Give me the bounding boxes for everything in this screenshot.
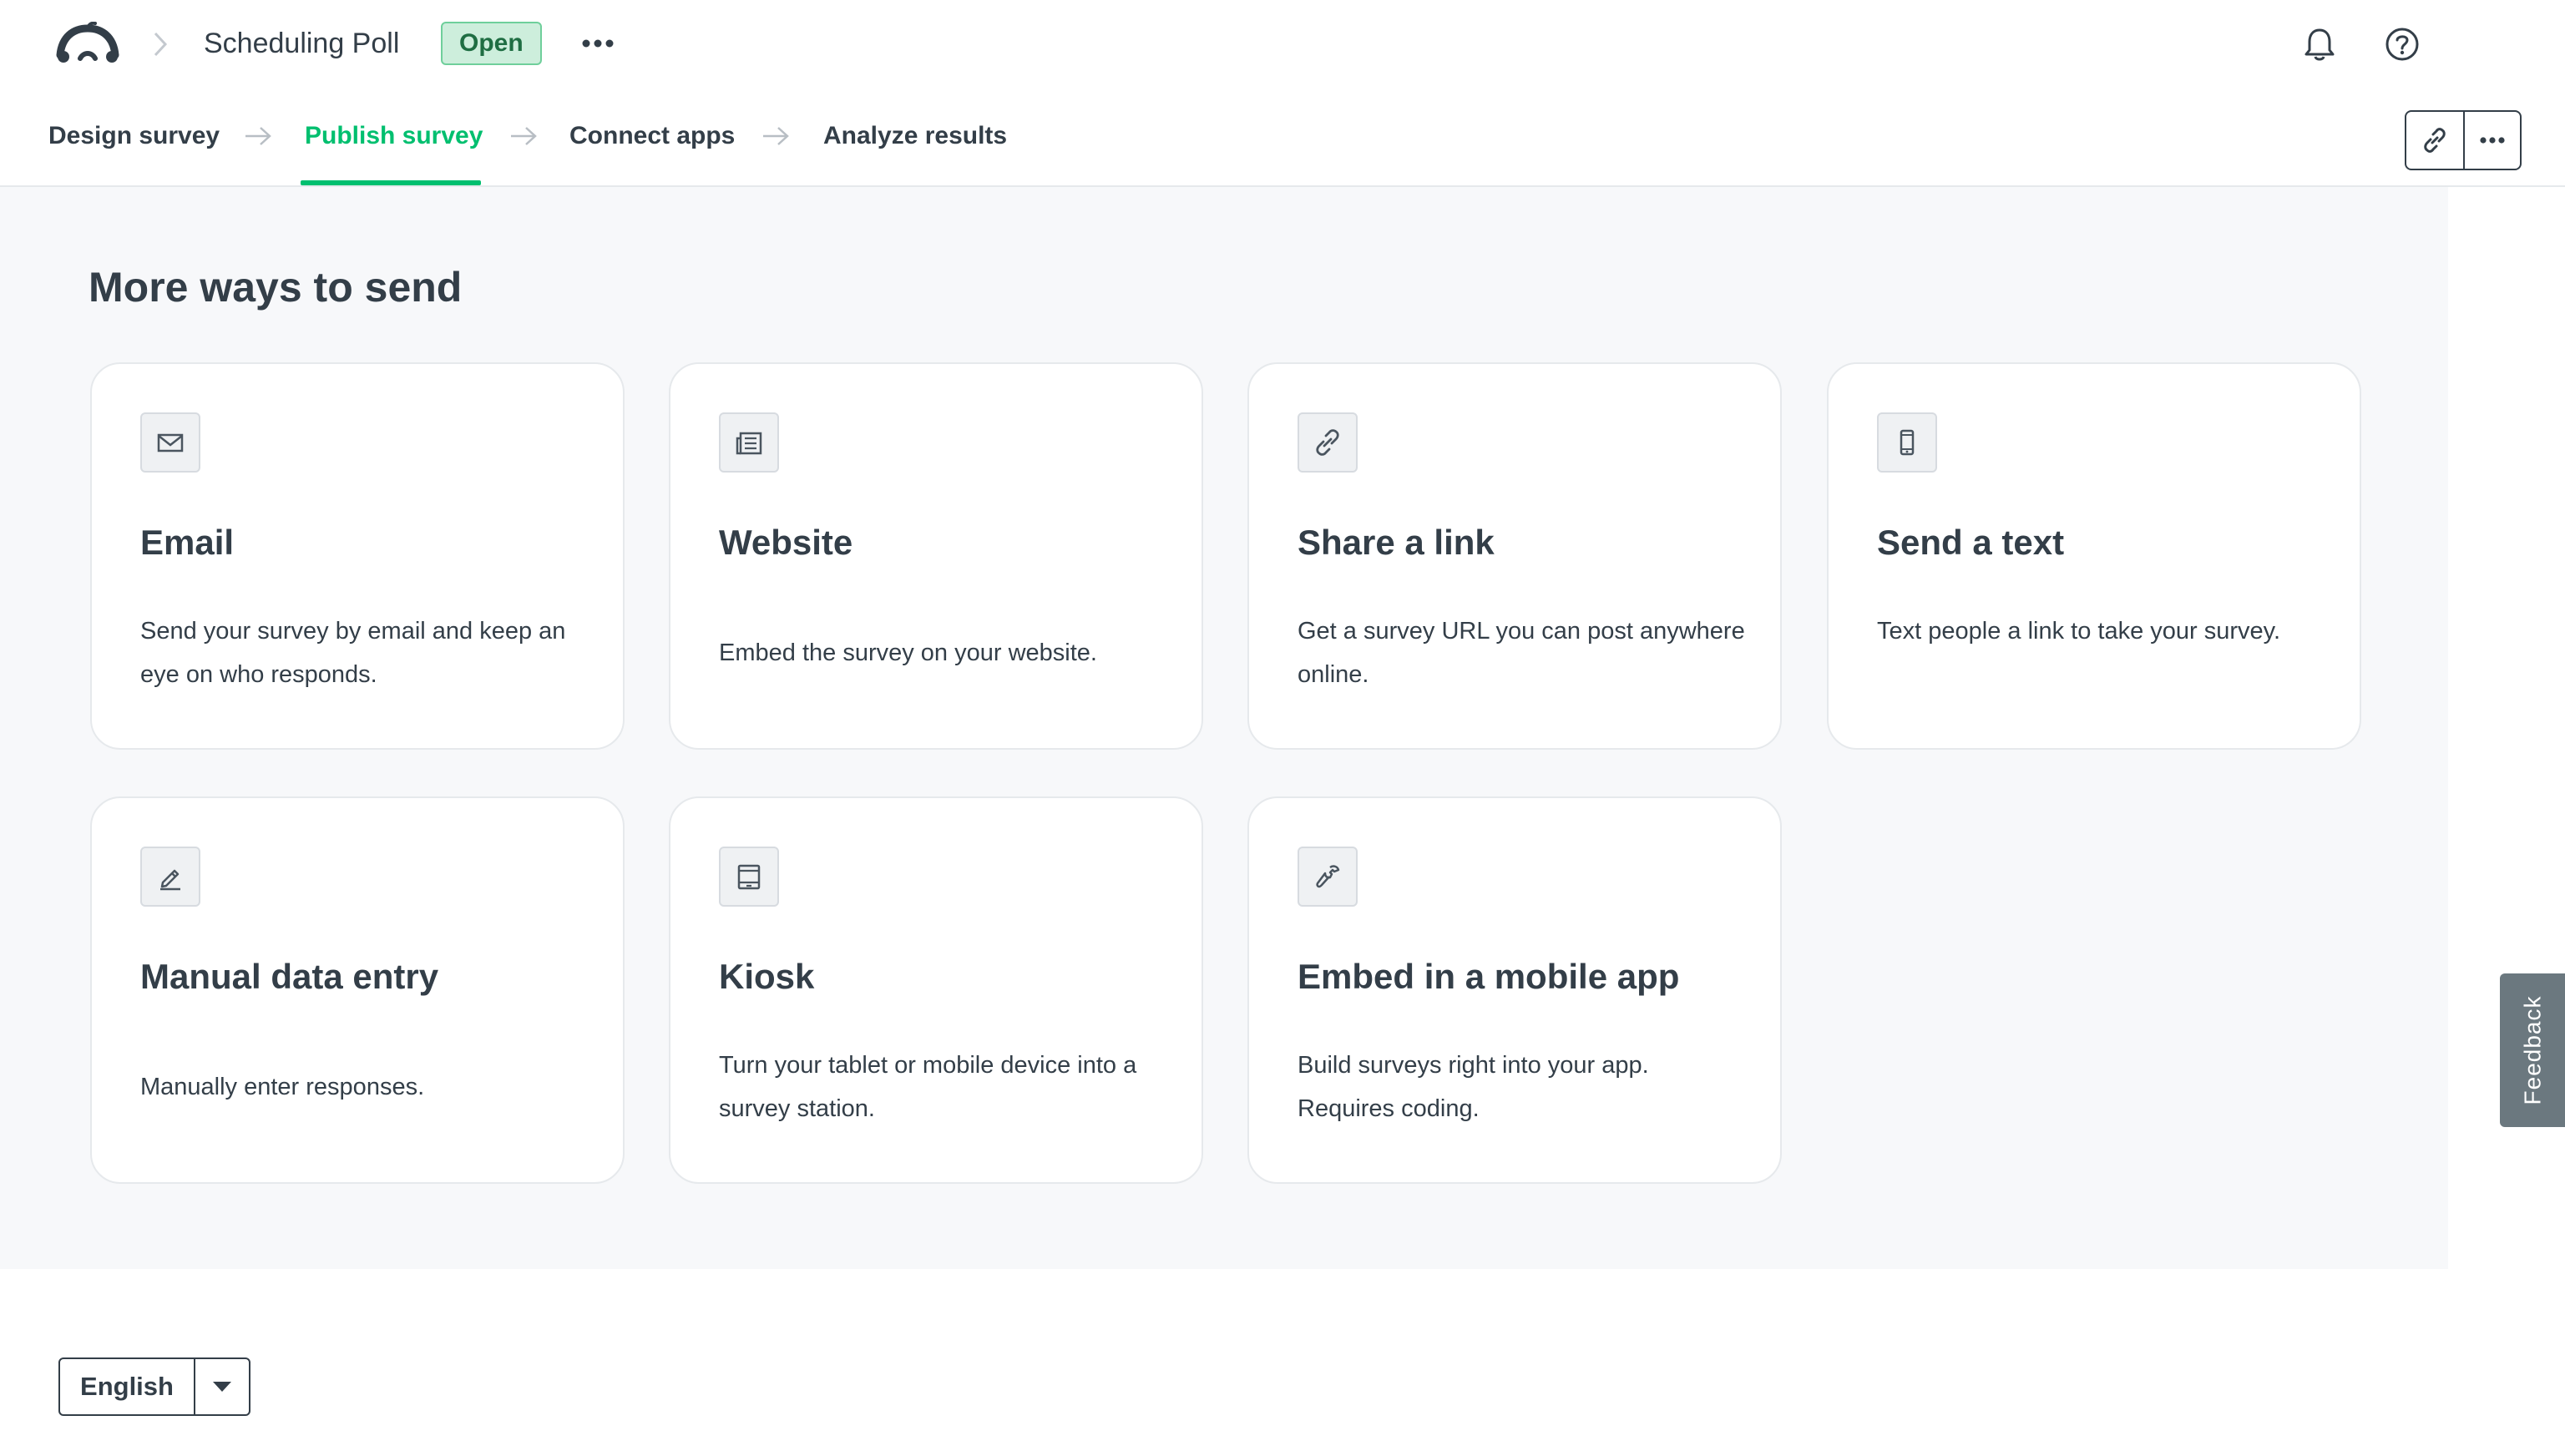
- surveymonkey-logo-icon[interactable]: [55, 21, 120, 67]
- breadcrumb-chevron-icon: [150, 30, 170, 58]
- card-description: Build surveys right into your app. Requi…: [1298, 1052, 1649, 1122]
- active-step-indicator: [301, 180, 481, 185]
- more-options-icon[interactable]: [579, 20, 616, 67]
- send-option-card-mobile-app[interactable]: Embed in a mobile app Build surveys righ…: [1247, 796, 1782, 1184]
- card-title: Manual data entry: [140, 957, 439, 996]
- card-description: Get a survey URL you can post anywhere o…: [1298, 618, 1745, 688]
- step-publish-survey[interactable]: Publish survey: [305, 119, 483, 154]
- status-badge: Open: [441, 22, 542, 65]
- help-icon[interactable]: [2385, 27, 2420, 62]
- notification-bell-icon[interactable]: [2303, 27, 2336, 62]
- step-analyze-results[interactable]: Analyze results: [823, 119, 1007, 154]
- step-connect-apps[interactable]: Connect apps: [569, 119, 735, 154]
- top-bar: Scheduling Poll Open: [0, 0, 2565, 87]
- more-options-icon: [2480, 137, 2505, 144]
- card-title: Email: [140, 523, 235, 562]
- feedback-tab[interactable]: Feedback: [2500, 973, 2565, 1127]
- mobile-phone-icon: [1877, 412, 1937, 473]
- step-arrow-icon: [509, 125, 538, 147]
- survey-title[interactable]: Scheduling Poll: [204, 25, 399, 62]
- send-option-card-send-text[interactable]: Send a text Text people a link to take y…: [1827, 362, 2361, 750]
- card-description: Embed the survey on your website.: [719, 640, 1097, 666]
- wrench-icon: [1298, 847, 1358, 907]
- tablet-icon: [719, 847, 779, 907]
- step-navigation: Design survey Publish survey Connect app…: [0, 87, 2565, 187]
- card-description: Turn your tablet or mobile device into a…: [719, 1052, 1137, 1122]
- step-arrow-icon: [244, 125, 272, 147]
- send-option-card-share-link[interactable]: Share a link Get a survey URL you can po…: [1247, 362, 1782, 750]
- website-icon: [719, 412, 779, 473]
- link-icon: [1298, 412, 1358, 473]
- language-select[interactable]: English: [58, 1357, 250, 1416]
- main-content: More ways to send Email Send your survey…: [0, 187, 2448, 1269]
- step-arrow-icon: [761, 125, 790, 147]
- pencil-icon: [140, 847, 200, 907]
- card-title: Kiosk: [719, 957, 815, 996]
- card-title: Embed in a mobile app: [1298, 957, 1680, 996]
- caret-down-icon: [213, 1382, 231, 1392]
- send-option-card-kiosk[interactable]: Kiosk Turn your tablet or mobile device …: [669, 796, 1203, 1184]
- step-design-survey[interactable]: Design survey: [48, 119, 220, 154]
- send-option-card-manual-entry[interactable]: Manual data entry Manually enter respons…: [90, 796, 625, 1184]
- send-option-card-website[interactable]: Website Embed the survey on your website…: [669, 362, 1203, 750]
- card-description: Send your survey by email and keep an ey…: [140, 618, 566, 688]
- card-description: Text people a link to take your survey.: [1877, 618, 2281, 645]
- language-selected-value: English: [80, 1372, 174, 1401]
- card-description: Manually enter responses.: [140, 1074, 425, 1100]
- feedback-label: Feedback: [2519, 995, 2545, 1105]
- copy-link-button[interactable]: [2406, 112, 2463, 169]
- section-title: More ways to send: [89, 264, 463, 311]
- language-dropdown-button[interactable]: [194, 1359, 249, 1414]
- send-option-card-email[interactable]: Email Send your survey by email and keep…: [90, 362, 625, 750]
- card-title: Send a text: [1877, 523, 2065, 562]
- link-icon: [2424, 128, 2446, 153]
- card-title: Share a link: [1298, 523, 1495, 562]
- card-title: Website: [719, 523, 853, 562]
- more-actions-button[interactable]: [2463, 112, 2520, 169]
- email-icon: [140, 412, 200, 473]
- survey-actions-group: [2405, 110, 2522, 170]
